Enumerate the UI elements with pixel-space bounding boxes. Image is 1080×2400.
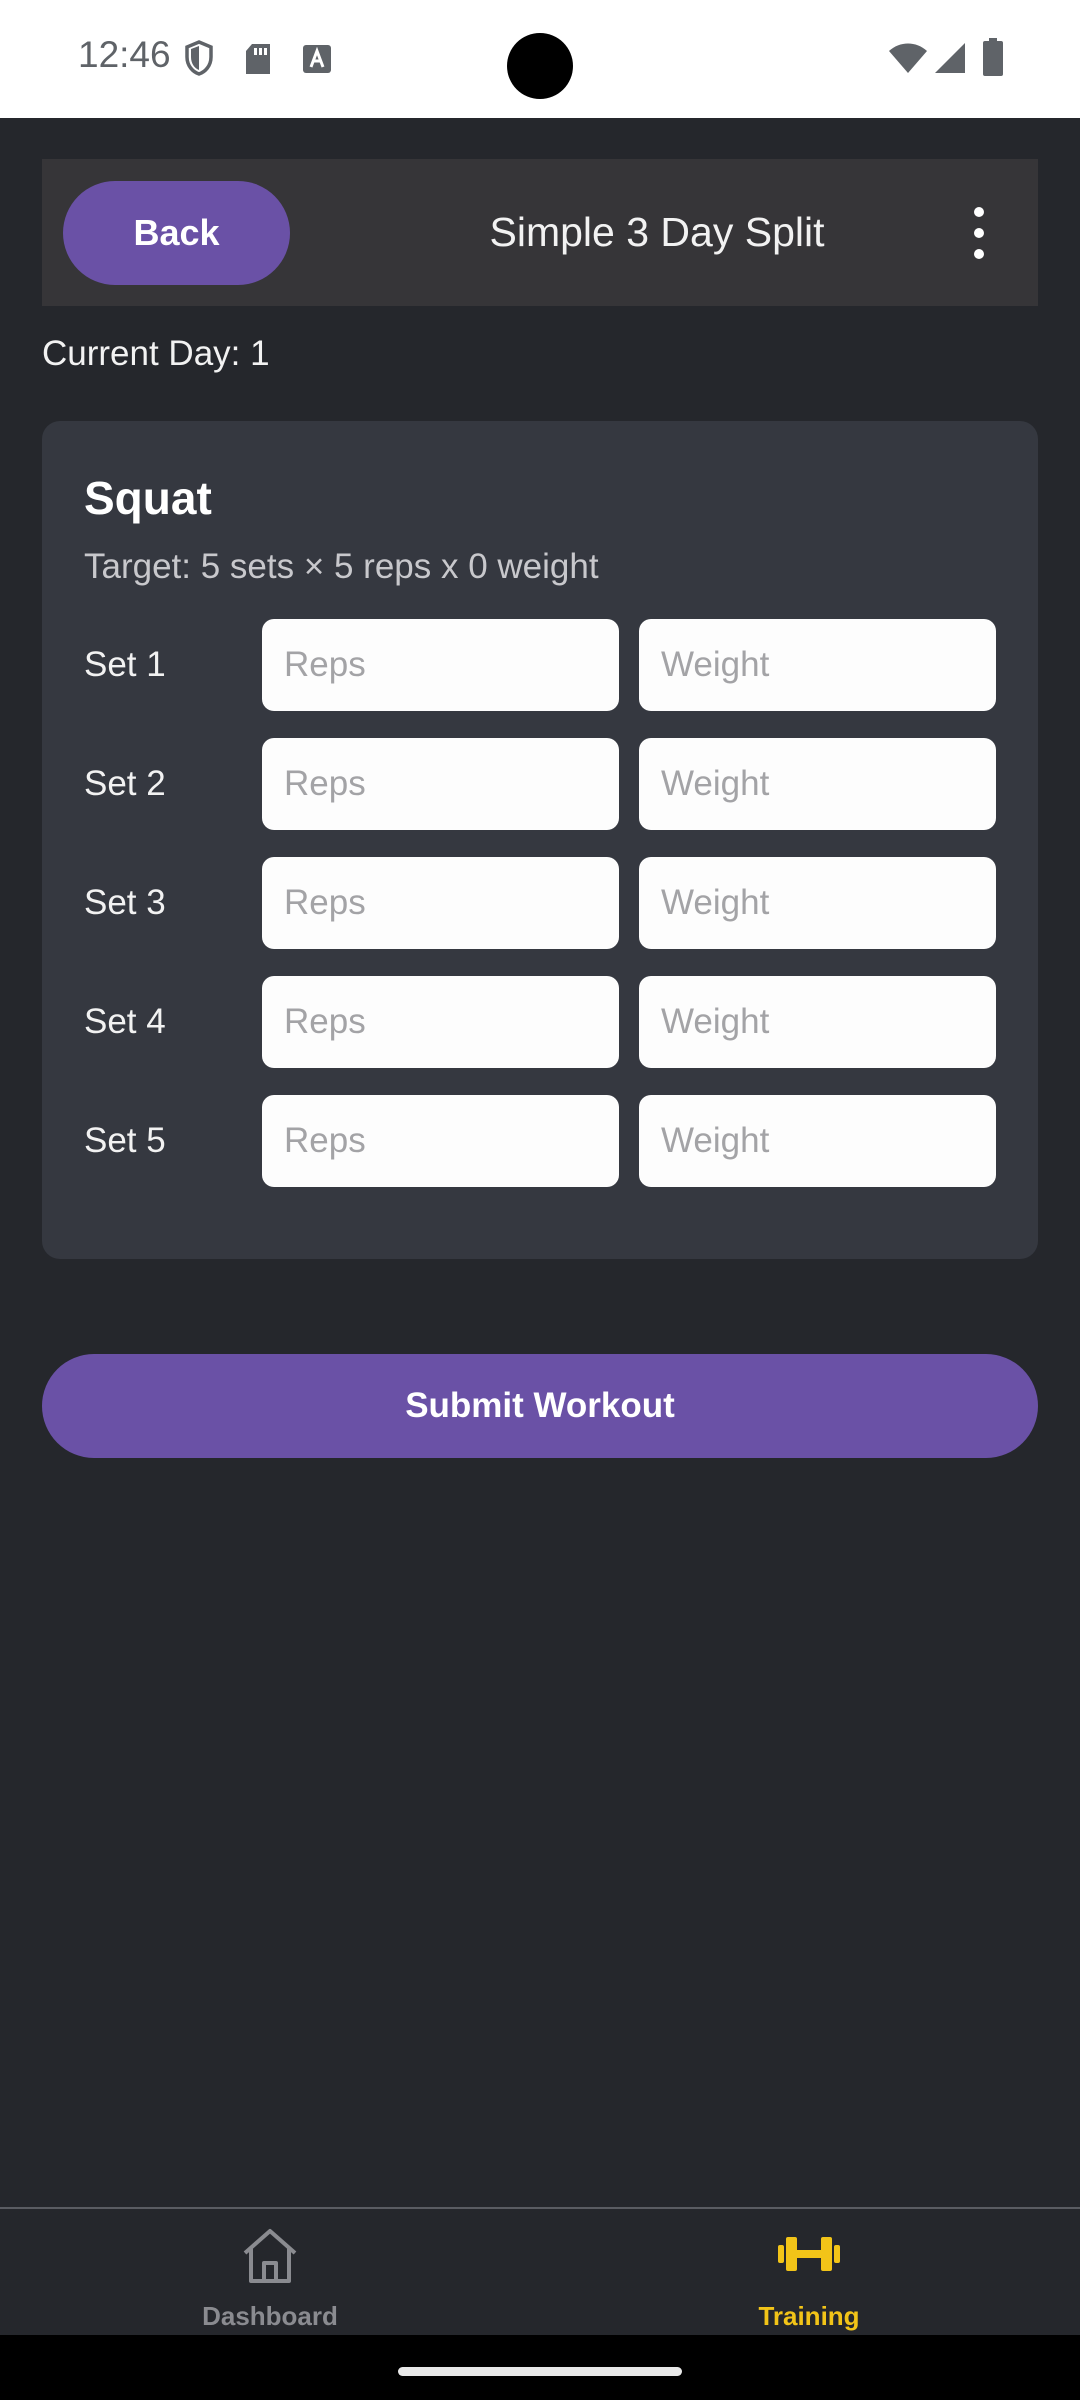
nav-label-dashboard: Dashboard [202, 2301, 338, 2331]
set-row: Set 2 [42, 738, 1038, 830]
weight-input[interactable] [639, 1095, 996, 1187]
reps-input[interactable] [262, 857, 619, 949]
exercise-target: Target: 5 sets × 5 reps x 0 weight [84, 547, 599, 586]
set-label: Set 3 [84, 883, 166, 922]
set-label: Set 4 [84, 1002, 166, 1041]
nav-label-training: Training [758, 2301, 860, 2331]
exercise-card: Squat Target: 5 sets × 5 reps x 0 weight… [42, 421, 1038, 1259]
reps-input[interactable] [262, 976, 619, 1068]
submit-workout-button[interactable]: Submit Workout [42, 1354, 1038, 1458]
camera-cutout [507, 33, 573, 99]
set-row: Set 4 [42, 976, 1038, 1068]
font-a-icon [302, 44, 332, 79]
set-row: Set 1 [42, 619, 1038, 711]
set-label: Set 5 [84, 1121, 166, 1160]
set-row: Set 3 [42, 857, 1038, 949]
reps-input[interactable] [262, 1095, 619, 1187]
bottom-navigation: Dashboard Training [0, 2207, 1080, 2335]
weight-input[interactable] [639, 857, 996, 949]
reps-input[interactable] [262, 738, 619, 830]
wifi-icon [888, 42, 928, 79]
set-row: Set 5 [42, 1095, 1038, 1187]
training-screen: Back Simple 3 Day Split Current Day: 1 S… [0, 118, 1080, 2207]
back-button[interactable]: Back [63, 181, 290, 285]
page-title: Simple 3 Day Split [489, 209, 825, 255]
signal-icon [934, 42, 966, 79]
weight-input[interactable] [639, 976, 996, 1068]
shield-icon [184, 40, 214, 81]
battery-icon [982, 38, 1004, 81]
dumbbell-icon [778, 2235, 840, 2278]
set-label: Set 1 [84, 645, 166, 684]
status-time: 12:46 [78, 34, 171, 75]
home-icon [240, 2227, 300, 2290]
sd-card-icon [244, 42, 272, 81]
status-bar: 12:46 [0, 0, 1080, 118]
set-label: Set 2 [84, 764, 166, 803]
weight-input[interactable] [639, 619, 996, 711]
top-app-bar: Back Simple 3 Day Split [42, 159, 1038, 306]
reps-input[interactable] [262, 619, 619, 711]
nav-item-training[interactable]: Training [659, 2209, 959, 2335]
more-vert-icon[interactable] [972, 207, 986, 259]
gesture-handle[interactable] [398, 2367, 682, 2376]
nav-item-dashboard[interactable]: Dashboard [120, 2209, 420, 2335]
system-navigation-bar [0, 2335, 1080, 2400]
weight-input[interactable] [639, 738, 996, 830]
exercise-name: Squat [84, 472, 212, 524]
current-day-label: Current Day: 1 [42, 334, 270, 373]
